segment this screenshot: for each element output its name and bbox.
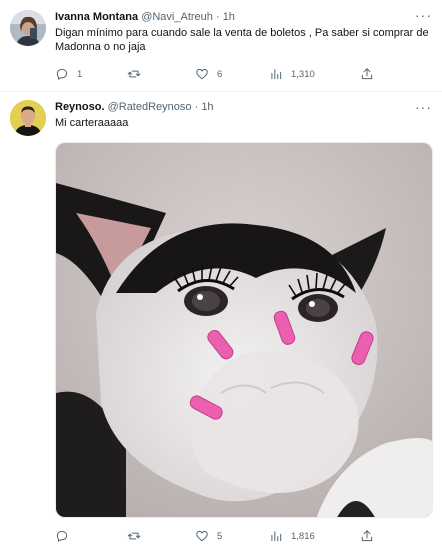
author-handle[interactable]: @Navi_Atreuh [141, 11, 213, 23]
avatar[interactable] [10, 10, 46, 46]
reply-button[interactable]: 1 [55, 66, 82, 82]
retweet-button[interactable] [127, 66, 149, 82]
timestamp[interactable]: 1h [223, 11, 235, 23]
author-name[interactable]: Ivanna Montana [55, 11, 138, 23]
views-icon [271, 69, 282, 80]
share-icon [361, 530, 373, 542]
tweet-actions: 5 1,816 [55, 528, 385, 544]
tweet[interactable]: Reynoso. @RatedReynoso · 1h ··· Mi carte… [0, 92, 442, 546]
reply-button[interactable] [55, 528, 77, 544]
views-button[interactable]: 1,816 [269, 528, 315, 544]
retweet-icon [127, 532, 141, 540]
more-options-button[interactable]: ··· [415, 100, 432, 114]
views-button[interactable]: 1,310 [269, 66, 315, 82]
tweet-actions: 1 6 1,310 [55, 66, 385, 82]
retweet-icon [127, 70, 141, 78]
views-icon [271, 531, 282, 542]
tweet-image-cat-meme[interactable] [55, 142, 433, 518]
tweet-text: Mi carteraaaaa [55, 117, 129, 129]
author-handle[interactable]: @RatedReynoso [108, 101, 192, 113]
heart-icon [196, 530, 208, 542]
share-button[interactable] [360, 66, 374, 82]
separator-dot: · [194, 101, 199, 113]
view-count: 1,310 [291, 68, 315, 80]
tweet[interactable]: Ivanna Montana @Navi_Atreuh · 1h ··· Dig… [0, 0, 442, 92]
tweet-text: Digan mínimo para cuando sale la venta d… [55, 27, 429, 53]
avatar[interactable] [10, 100, 46, 136]
timestamp[interactable]: 1h [201, 101, 213, 113]
tweet-header: Ivanna Montana @Navi_Atreuh · 1h [55, 10, 235, 24]
view-count: 1,816 [291, 530, 315, 542]
reply-icon [56, 68, 68, 80]
heart-icon [196, 68, 208, 80]
like-button[interactable]: 5 [195, 528, 222, 544]
reply-count: 1 [77, 68, 83, 80]
reply-icon [56, 530, 68, 542]
like-count: 5 [217, 530, 223, 542]
share-button[interactable] [360, 528, 374, 544]
retweet-button[interactable] [127, 528, 149, 544]
more-options-button[interactable]: ··· [415, 8, 432, 22]
tweet-header: Reynoso. @RatedReynoso · 1h [55, 100, 214, 114]
like-button[interactable]: 6 [195, 66, 222, 82]
share-icon [361, 68, 373, 80]
like-count: 6 [217, 68, 223, 80]
separator-dot: · [215, 11, 220, 23]
author-name[interactable]: Reynoso. [55, 101, 105, 113]
